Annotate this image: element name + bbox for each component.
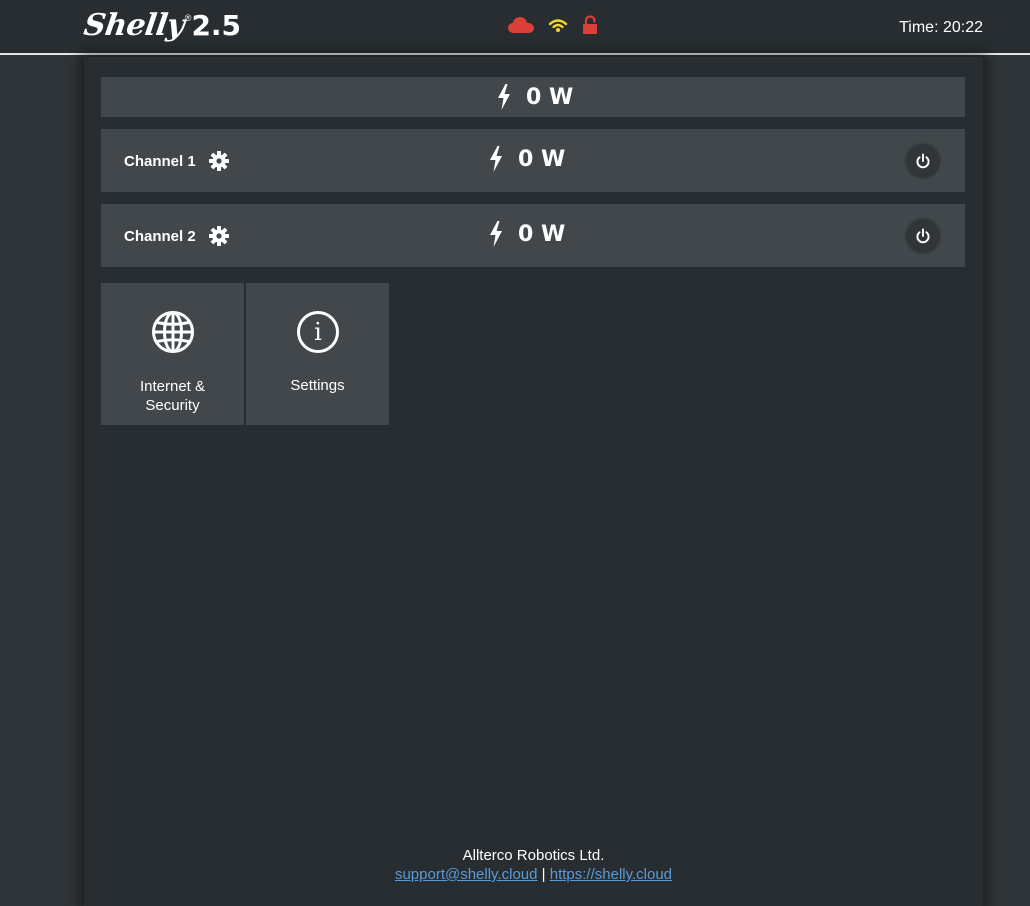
gear-icon[interactable] (208, 151, 229, 171)
total-power-display: 0 W (496, 84, 573, 110)
bolt-icon (490, 221, 502, 247)
info-icon: i (296, 311, 339, 353)
total-power-value: 0 W (526, 84, 574, 110)
globe-icon (151, 311, 194, 353)
cloud-icon[interactable] (508, 16, 534, 39)
bolt-icon (498, 84, 510, 110)
wifi-icon[interactable] (548, 17, 568, 38)
logo-model: 2.5 (191, 9, 242, 42)
logo-registered-mark: ® (184, 13, 192, 23)
channel-1-power-button[interactable] (904, 142, 942, 180)
logo-brand: Shelly (81, 8, 187, 43)
channel-2-label-group: Channel 2 (124, 226, 229, 246)
footer: Allterco Robotics Ltd. support@shelly.cl… (84, 846, 983, 884)
unlocked-icon[interactable] (582, 14, 598, 40)
channel-1-power-display: 0 W (488, 146, 565, 172)
internet-security-tile[interactable]: Internet & Security (101, 283, 244, 425)
channel-2-power-display: 0 W (488, 221, 565, 247)
channel-1-label-group: Channel 1 (124, 151, 229, 171)
channel-1-label: Channel 1 (124, 152, 196, 170)
internet-security-label: Internet & Security (101, 377, 244, 415)
status-icons (508, 14, 598, 40)
bolt-icon (490, 146, 502, 172)
website-link[interactable]: https://shelly.cloud (550, 866, 672, 883)
channel-2-label: Channel 2 (124, 227, 196, 245)
support-email-link[interactable]: support@shelly.cloud (395, 866, 538, 883)
channel-1-power-value: 0 W (518, 146, 566, 172)
time-display: Time: 20:22 (899, 19, 983, 36)
channel-2-row: Channel 2 0 W (101, 204, 965, 267)
power-icon (916, 153, 930, 169)
company-name: Allterco Robotics Ltd. (462, 847, 605, 864)
footer-links: support@shelly.cloud | https://shelly.cl… (84, 865, 983, 884)
channel-1-row: Channel 1 0 W (101, 129, 965, 192)
total-power-row: 0 W (101, 77, 965, 117)
channel-2-power-value: 0 W (518, 221, 566, 247)
footer-separator: | (541, 866, 546, 883)
gear-icon[interactable] (208, 226, 229, 246)
internet-security-label-line2: Security (145, 397, 200, 414)
settings-tile[interactable]: i Settings (246, 283, 389, 425)
power-icon (916, 228, 930, 244)
svg-text:i: i (314, 318, 322, 346)
internet-security-label-line1: Internet & (139, 378, 206, 395)
main-panel: 0 W Channel 1 0 W Channel 2 0 W Internet… (84, 57, 983, 906)
channel-2-power-button[interactable] (904, 217, 942, 255)
settings-label: Settings (290, 377, 345, 394)
shelly-logo: Shelly ® 2.5 (81, 8, 242, 44)
top-bar: Shelly ® 2.5 Time: 20:22 (0, 0, 1030, 55)
